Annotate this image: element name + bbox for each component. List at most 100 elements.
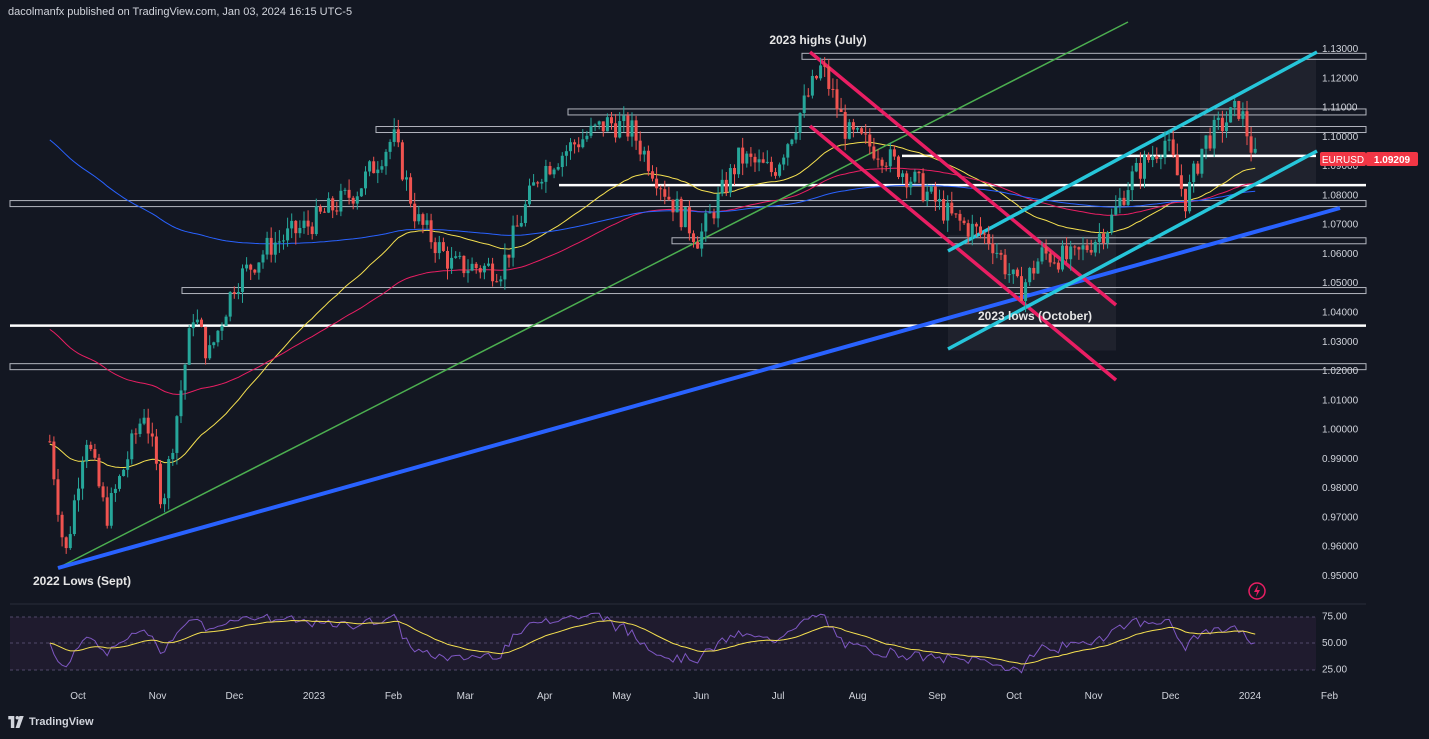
candle-body: [778, 164, 782, 176]
candle-body: [1163, 140, 1167, 158]
candle-body: [429, 220, 433, 243]
candle-body: [269, 237, 273, 255]
candle-body: [937, 198, 941, 202]
candle-body: [363, 171, 367, 189]
candle-body: [85, 444, 89, 462]
candle-body: [314, 206, 318, 235]
candle-body: [392, 129, 396, 142]
candle-body: [56, 479, 60, 515]
candle-body: [417, 214, 421, 222]
candle-body: [577, 144, 581, 148]
candle-body: [1167, 139, 1171, 141]
candle-body: [884, 165, 888, 167]
candle-body: [1118, 197, 1122, 207]
price-tick-label: 1.01000: [1322, 395, 1359, 406]
candle-body: [560, 155, 564, 168]
candle-body: [404, 177, 408, 180]
candle-body: [376, 169, 380, 174]
candle-body: [1208, 135, 1212, 149]
candle-body: [224, 316, 228, 326]
candle-body: [158, 463, 162, 505]
candle-body: [605, 117, 609, 132]
candle-body: [819, 65, 823, 79]
candle-body: [265, 237, 269, 255]
candle-body: [359, 188, 363, 197]
candle-body: [1212, 119, 1216, 149]
time-axis[interactable]: Oct Nov Dec 2023 Feb Mar Apr May Jun Jul Aug Sep Oct…: [70, 691, 1338, 702]
candle-body: [1224, 122, 1228, 132]
candle-body: [864, 133, 868, 135]
highs-zone: [1200, 57, 1316, 187]
candle-body: [445, 250, 449, 269]
candle-body: [310, 226, 314, 235]
candle-body: [712, 212, 716, 219]
rsi-tick-label: 75.00: [1322, 612, 1347, 623]
price-axis[interactable]: 1.130001.120001.110001.100001.090001.080…: [1322, 44, 1359, 676]
candle-body: [1056, 262, 1060, 270]
price-tick-label: 0.97000: [1322, 512, 1359, 523]
candle-body: [1216, 117, 1220, 120]
candle-body: [991, 243, 995, 254]
candle-body: [1085, 245, 1089, 251]
candle-body: [302, 220, 306, 228]
last-price-value: 1.09209: [1374, 155, 1411, 166]
candle-body: [536, 182, 540, 184]
candle-body: [913, 171, 917, 182]
candle-body: [704, 213, 708, 232]
rsi-panel: [10, 603, 1366, 671]
candle-body: [72, 500, 76, 535]
price-chart[interactable]: 1.130001.120001.110001.100001.090001.080…: [0, 0, 1429, 739]
candle-body: [425, 220, 429, 225]
candle-body: [81, 461, 85, 489]
candle-body: [1060, 245, 1064, 270]
candle-body: [683, 207, 687, 228]
date-tick-label: Feb: [385, 691, 403, 702]
candle-body: [782, 157, 786, 165]
candle-body: [126, 459, 130, 470]
candle-body: [507, 254, 511, 258]
date-tick-label: Apr: [537, 691, 553, 702]
candle-body: [458, 255, 462, 257]
candle-body: [1134, 162, 1138, 172]
candle-body: [876, 158, 880, 160]
price-tick-label: 1.11000: [1322, 103, 1358, 114]
candle-body: [154, 436, 158, 464]
candle-body: [1007, 274, 1011, 276]
candle-body: [1200, 148, 1204, 174]
rsi-tick-label: 25.00: [1322, 665, 1347, 676]
candle-body: [851, 122, 855, 130]
candle-body: [1138, 162, 1142, 179]
candle-body: [745, 153, 749, 164]
candle-body: [478, 268, 482, 273]
candle-body: [892, 149, 896, 157]
candle-body: [421, 214, 425, 225]
candle-body: [700, 231, 704, 249]
candle-body: [441, 242, 445, 251]
candle-body: [1122, 197, 1126, 205]
candle-body: [958, 213, 962, 221]
candle-body: [396, 129, 400, 143]
candle-body: [589, 125, 593, 136]
candle-body: [995, 252, 999, 254]
candle-body: [167, 459, 171, 499]
candle-body: [523, 204, 527, 224]
candle-body: [380, 166, 384, 170]
footer-brand[interactable]: TradingView: [8, 716, 94, 728]
candle-body: [999, 252, 1003, 255]
candle-body: [195, 319, 199, 323]
price-tick-label: 1.04000: [1322, 308, 1359, 319]
price-tick-label: 0.98000: [1322, 483, 1359, 494]
candle-body: [708, 212, 712, 214]
price-tick-label: 1.03000: [1322, 337, 1359, 348]
candle-body: [409, 177, 413, 204]
candle-body: [175, 416, 179, 453]
candle-body: [716, 193, 720, 219]
candle-body: [437, 242, 441, 254]
candle-body: [753, 156, 757, 163]
candle-body: [667, 196, 671, 200]
candle-body: [798, 113, 802, 133]
candle-body: [917, 171, 921, 174]
candle-body: [1245, 111, 1249, 137]
candle-body: [675, 198, 679, 213]
candle-body: [1081, 245, 1085, 250]
